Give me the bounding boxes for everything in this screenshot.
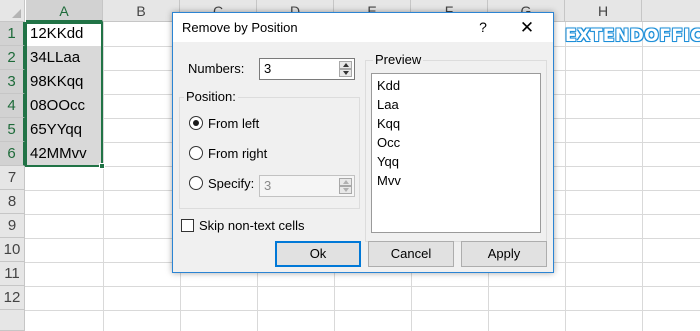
numbers-spinner[interactable]: 3 [259,58,355,80]
dialog-titlebar[interactable]: Remove by Position ? ✕ [173,13,553,42]
cancel-button[interactable]: Cancel [368,241,454,267]
spin-down-icon[interactable] [339,69,352,77]
dialog-title: Remove by Position [182,20,298,35]
column-header-blank [642,0,700,22]
grid-line [642,22,643,331]
grid-line [565,22,566,331]
numbers-label: Numbers: [188,61,245,76]
apply-button[interactable]: Apply [461,241,547,267]
skip-non-text-checkbox[interactable] [181,219,194,232]
row-header-3[interactable]: 3 [0,70,25,94]
grid-line [25,310,700,311]
row-header-2[interactable]: 2 [0,46,25,70]
column-header-h[interactable]: H [565,0,642,22]
from-left-label[interactable]: From left [208,116,259,131]
column-header-b[interactable]: B [103,0,180,22]
select-all-corner[interactable] [0,0,25,22]
row-header-11[interactable]: 11 [0,262,25,286]
grid-line [25,286,700,287]
from-right-radio[interactable] [189,146,203,160]
row-header-10[interactable]: 10 [0,238,25,262]
specify-spin-buttons [339,178,352,194]
spin-up-icon[interactable] [339,61,352,69]
specify-spinner: 3 [259,175,355,197]
row-header-12[interactable]: 12 [0,286,25,310]
preview-item: Laa [377,97,399,112]
numbers-value[interactable]: 3 [264,61,271,76]
numbers-spin-buttons [339,61,352,77]
skip-non-text-label[interactable]: Skip non-text cells [199,218,305,233]
row-header-1[interactable]: 1 [0,22,25,46]
from-right-label[interactable]: From right [208,146,267,161]
help-button[interactable]: ? [469,17,497,38]
spin-down-icon [339,186,352,194]
row-header-4[interactable]: 4 [0,94,25,118]
position-group-label: Position: [184,89,238,104]
ok-button[interactable]: Ok [275,241,361,267]
row-header-5[interactable]: 5 [0,118,25,142]
close-button[interactable]: ✕ [508,16,546,39]
cell-a6[interactable]: 42MMvv [26,143,102,166]
preview-item: Yqq [377,154,399,169]
row-header-8[interactable]: 8 [0,190,25,214]
remove-by-position-dialog: Remove by Position ? ✕ Numbers: 3 Positi… [172,12,554,273]
cell-a4[interactable]: 08OOcc [26,95,102,118]
spin-up-icon [339,178,352,186]
column-header-a[interactable]: A [26,0,103,22]
row-header-6[interactable]: 6 [0,142,25,166]
specify-value: 3 [264,178,272,193]
preview-group-label: Preview [373,52,424,67]
select-all-triangle-icon [12,9,21,18]
specify-label[interactable]: Specify: [208,176,254,191]
preview-item: Kqq [377,116,401,131]
grid-line [103,22,104,331]
cell-a3[interactable]: 98KKqq [26,71,102,94]
from-left-radio[interactable] [189,116,203,130]
preview-list[interactable]: Kdd Laa Kqq Occ Yqq Mvv [371,73,541,233]
specify-radio[interactable] [189,176,203,190]
cell-a1[interactable]: 12KKdd [26,23,102,46]
row-header-blank [0,310,25,331]
preview-item: Occ [377,135,401,150]
cell-a5[interactable]: 65YYqq [26,119,102,142]
brand-watermark-logo: EXTENDOFFICE [565,26,700,46]
row-header-9[interactable]: 9 [0,214,25,238]
fill-handle[interactable] [99,163,105,169]
row-header-7[interactable]: 7 [0,166,25,190]
preview-item: Kdd [377,78,401,93]
preview-item: Mvv [377,173,401,188]
cell-a2[interactable]: 34LLaa [26,47,102,70]
